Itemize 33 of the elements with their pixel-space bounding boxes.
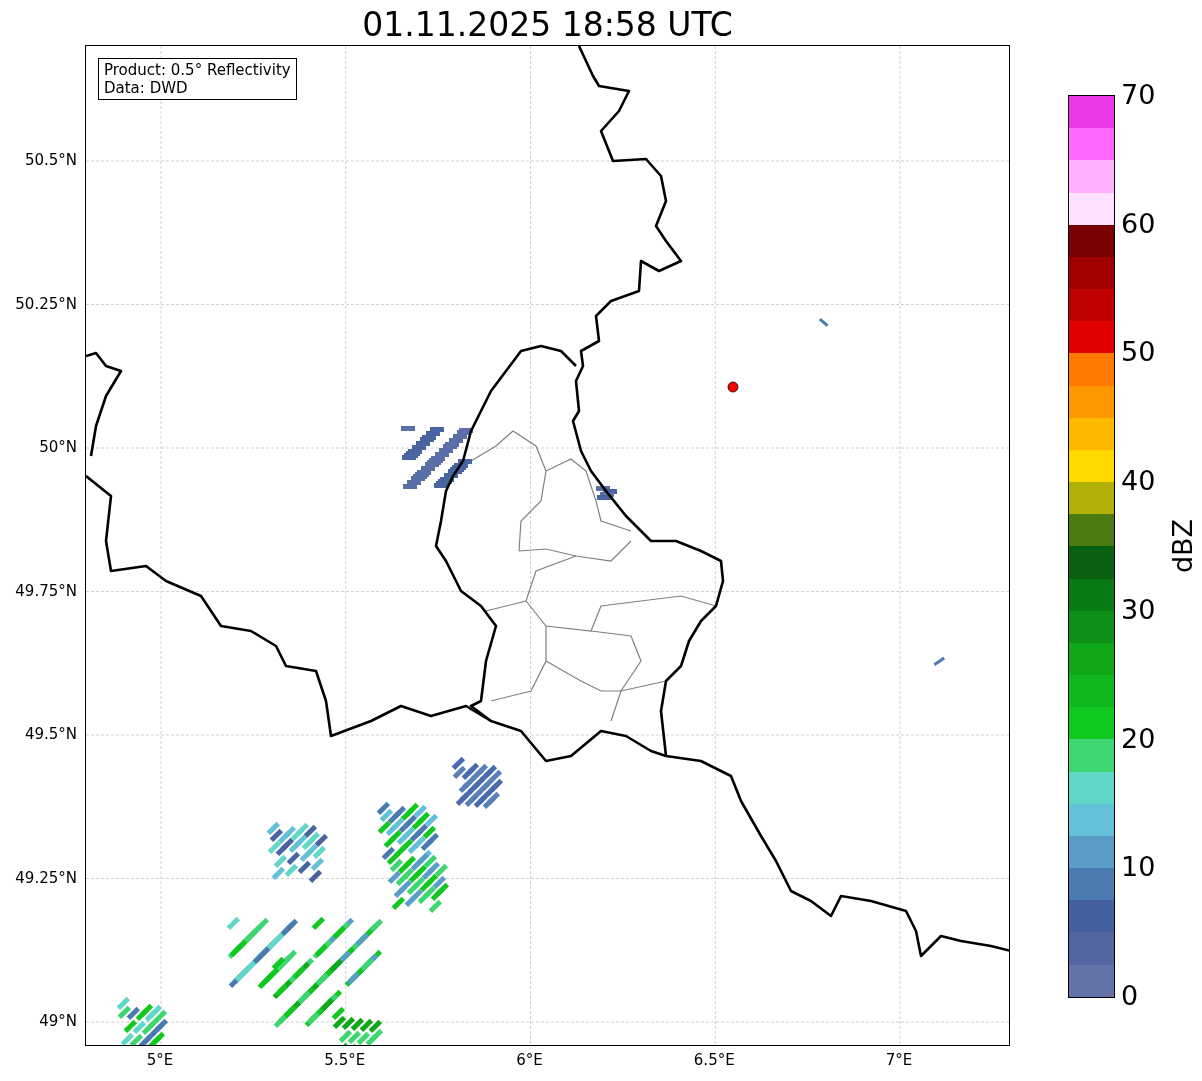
precipitation-echo [401,426,473,489]
latitude-label: 49.25°N [15,868,77,887]
precipitation-echo [933,656,946,667]
latitude-label: 49.75°N [15,581,77,600]
longitude-label: 6.5°E [693,1051,735,1069]
colorbar-tick-label: 0 [1121,981,1139,1011]
map-title: 01.11.2025 18:58 UTC [362,5,733,45]
latitude-label: 50.25°N [15,294,77,313]
longitude-label: 6°E [516,1051,543,1069]
latitude-label: 49.5°N [24,725,77,743]
colorbar-tick-label: 70 [1121,80,1156,110]
longitude-label: 5.5°E [324,1051,366,1069]
info-text: Data: DWD [104,79,189,97]
latitude-label: 49°N [39,1012,77,1030]
precipitation-echo [266,821,329,884]
latitude-label: 50°N [39,438,77,456]
precipitation-echo [818,318,829,327]
precipitation-echo [451,756,504,810]
precipitation-echo [596,486,617,500]
colorbar-tick-label: 50 [1121,337,1156,368]
colorbar-unit-label: dBZ [1168,518,1199,574]
precipitation-echo [116,996,169,1045]
colorbar-tick-label: 30 [1121,594,1156,625]
latitude-label: 50.5°N [24,151,77,169]
info-text: Product: 0.5° Reflectivity [104,61,291,79]
colorbar-tick-label: 10 [1121,852,1156,883]
colorbar-tick-label: 60 [1121,208,1156,239]
longitude-label: 7°E [885,1051,913,1069]
radar-site-marker [727,381,739,393]
colorbar-tick-label: 20 [1121,723,1156,754]
precipitation-echo [386,851,450,914]
colorbar-tick-label: 40 [1121,466,1156,497]
longitude-label: 5°E [146,1051,174,1069]
